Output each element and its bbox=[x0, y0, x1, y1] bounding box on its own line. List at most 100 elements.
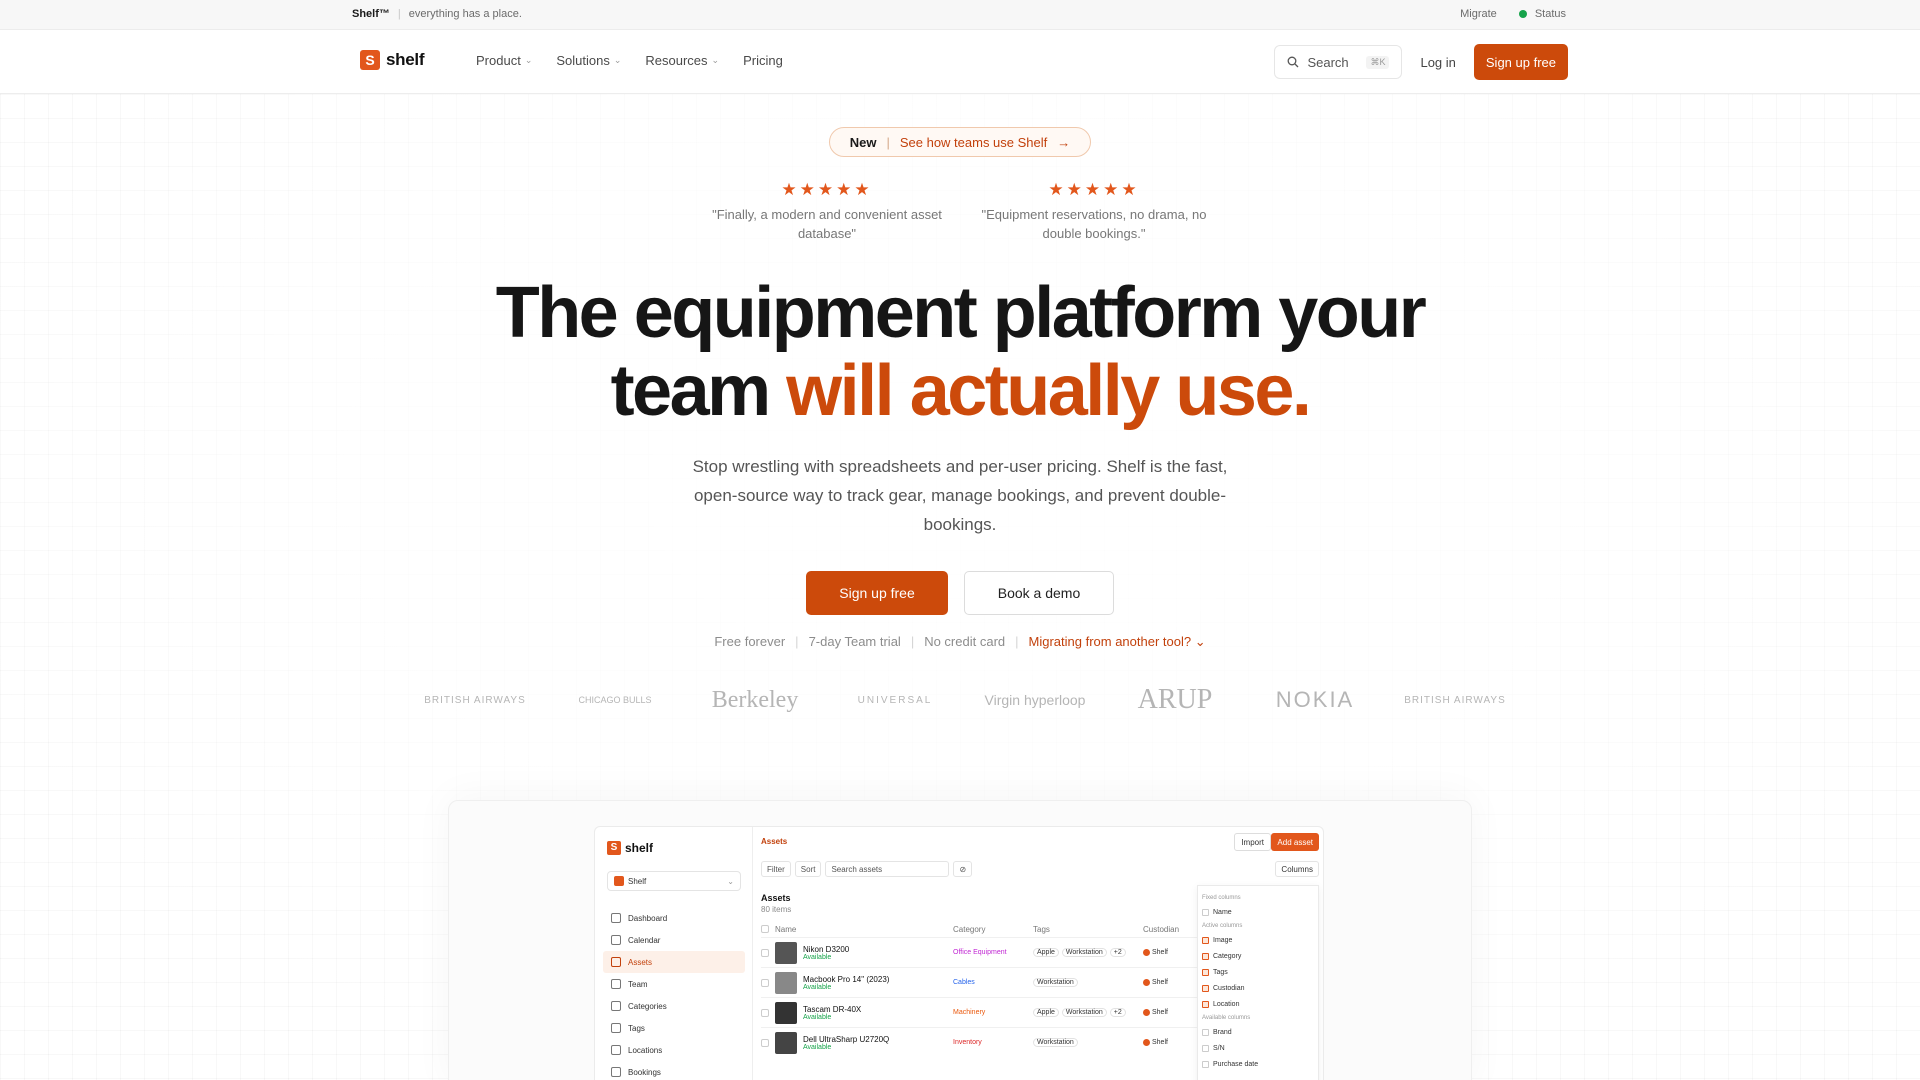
search-button[interactable]: Search ⌘K bbox=[1274, 45, 1403, 79]
table-row[interactable]: Macbook Pro 14" (2023) Available Cables W… bbox=[761, 967, 1201, 997]
row-checkbox[interactable] bbox=[761, 1038, 769, 1047]
sidebar-item-categories[interactable]: Categories bbox=[603, 995, 745, 1017]
column-option-label: Location bbox=[1213, 1000, 1240, 1008]
tag-badge: Apple bbox=[1033, 948, 1059, 957]
asset-search-input[interactable]: Search assets bbox=[825, 861, 950, 877]
review-quote: "Finally, a modern and convenient asset … bbox=[712, 207, 942, 241]
topbar-brand[interactable]: Shelf™ bbox=[352, 8, 390, 20]
tag-badge: +2 bbox=[1109, 1008, 1126, 1017]
row-checkbox[interactable] bbox=[761, 978, 769, 987]
asset-name: Tascam DR-40X bbox=[803, 1004, 862, 1014]
row-checkbox[interactable] bbox=[761, 948, 769, 957]
asset-thumbnail bbox=[775, 971, 797, 994]
asset-name-cell: Nikon D3200 Available bbox=[803, 945, 953, 961]
tag-icon bbox=[611, 1023, 621, 1033]
column-option[interactable]: Custodian bbox=[1202, 980, 1314, 996]
sidebar-item-calendar[interactable]: Calendar bbox=[603, 929, 745, 951]
add-asset-button[interactable]: Add asset bbox=[1271, 833, 1319, 851]
star-rating-icon: ★★★★★ bbox=[1048, 180, 1140, 199]
tags-cell: Workstation bbox=[1033, 1038, 1143, 1047]
checkbox bbox=[1202, 952, 1209, 960]
asset-toolbar: Filter Sort Search assets ⊘ bbox=[761, 861, 973, 877]
sidebar-item-team[interactable]: Team bbox=[603, 973, 745, 995]
status-dot-icon bbox=[1518, 10, 1527, 18]
sidebar-item-tags[interactable]: Tags bbox=[603, 1017, 745, 1039]
tags-cell: Apple Workstation +2 bbox=[1033, 948, 1143, 957]
tag-badge: Apple bbox=[1033, 1008, 1059, 1017]
custodian-name: Shelf bbox=[1152, 949, 1168, 956]
hide-icon[interactable]: ⊘ bbox=[953, 861, 973, 877]
user-icon bbox=[611, 979, 621, 989]
tags-cell: Workstation bbox=[1033, 978, 1143, 987]
migrating-dropdown[interactable]: Migrating from another tool? ⌄ bbox=[1029, 634, 1206, 650]
announcement-pill[interactable]: New | See how teams use Shelf → bbox=[829, 127, 1091, 157]
category-icon bbox=[611, 1001, 621, 1011]
nav-item-label: Resources bbox=[645, 53, 708, 68]
status-link[interactable]: Status bbox=[1518, 8, 1566, 20]
announcement-link: See how teams use Shelf bbox=[899, 134, 1048, 150]
column-option[interactable]: Name bbox=[1202, 904, 1314, 920]
nav-item-solutions[interactable]: Solutions ⌄ bbox=[556, 53, 621, 68]
custodian-cell: Shelf bbox=[1143, 949, 1193, 956]
custodian-cell: Shelf bbox=[1143, 979, 1193, 986]
checkbox bbox=[1202, 1044, 1209, 1052]
avatar bbox=[1143, 1039, 1150, 1046]
breadcrumb[interactable]: Assets bbox=[761, 837, 787, 846]
logo-british-airways: BRITISH AIRWAYS bbox=[1404, 694, 1506, 706]
chevron-down-icon: ⌄ bbox=[711, 55, 720, 65]
column-option[interactable]: Brand bbox=[1202, 1024, 1314, 1040]
column-option[interactable]: Tags bbox=[1202, 964, 1314, 980]
migrate-link[interactable]: Migrate bbox=[1460, 8, 1497, 20]
sidebar-item-bookings[interactable]: Bookings bbox=[603, 1061, 745, 1080]
column-option[interactable]: S/N bbox=[1202, 1040, 1314, 1056]
nav-item-pricing[interactable]: Pricing bbox=[743, 53, 783, 68]
filter-button[interactable]: Filter bbox=[761, 861, 791, 877]
column-header[interactable]: Tags bbox=[1033, 925, 1143, 935]
fine-divider: | bbox=[795, 634, 799, 649]
nav-item-resources[interactable]: Resources ⌄ bbox=[645, 53, 719, 68]
column-option[interactable]: Image bbox=[1202, 932, 1314, 948]
avatar bbox=[1143, 979, 1150, 986]
shelf-logo[interactable]: S shelf bbox=[360, 50, 424, 70]
sidebar-item-dashboard[interactable]: Dashboard bbox=[603, 907, 745, 929]
column-header[interactable]: Custodian bbox=[1143, 925, 1193, 935]
columns-section-heading: Available columns bbox=[1202, 1015, 1251, 1021]
select-all-checkbox[interactable] bbox=[761, 925, 775, 935]
chevron-down-icon: ⌄ bbox=[613, 55, 622, 65]
table-row[interactable]: Nikon D3200 Available Office Equipment Ap… bbox=[761, 937, 1201, 967]
column-option[interactable]: Category bbox=[1202, 948, 1314, 964]
book-demo-button[interactable]: Book a demo bbox=[964, 571, 1114, 615]
nav-signup-button[interactable]: Sign up free bbox=[1473, 44, 1568, 80]
app-preview: S shelf Shelf ⌄ Dashboard Calendar Asset… bbox=[594, 826, 1324, 1080]
column-option-label: Custodian bbox=[1213, 984, 1245, 992]
sidebar-item-label: Bookings bbox=[628, 1067, 661, 1077]
table-row[interactable]: Dell UltraSharp U2720Q Available Inventor… bbox=[761, 1027, 1201, 1057]
login-link[interactable]: Log in bbox=[1414, 55, 1461, 70]
sidebar-item-label: Categories bbox=[628, 1001, 667, 1011]
column-header[interactable]: Name bbox=[775, 925, 953, 935]
tag-badge: Workstation bbox=[1061, 948, 1107, 957]
column-option-label: S/N bbox=[1213, 1044, 1225, 1052]
nav-item-product[interactable]: Product ⌄ bbox=[476, 53, 532, 68]
signup-button[interactable]: Sign up free bbox=[806, 571, 948, 615]
import-button[interactable]: Import bbox=[1234, 833, 1271, 851]
checkbox bbox=[1202, 936, 1209, 944]
sort-button[interactable]: Sort bbox=[794, 861, 822, 877]
status-badge: Available bbox=[803, 1043, 832, 1051]
box-icon bbox=[611, 957, 621, 967]
column-header[interactable]: Category bbox=[953, 925, 1033, 935]
columns-button[interactable]: Columns bbox=[1275, 861, 1319, 877]
sidebar-item-locations[interactable]: Locations bbox=[603, 1039, 745, 1061]
custodian-cell: Shelf bbox=[1143, 1039, 1193, 1046]
row-checkbox[interactable] bbox=[761, 1008, 769, 1017]
logo-text: shelf bbox=[386, 50, 425, 69]
sidebar-item-assets[interactable]: Assets bbox=[603, 951, 745, 973]
column-option[interactable]: Purchase date bbox=[1202, 1056, 1314, 1072]
columns-section-heading: Fixed columns bbox=[1202, 895, 1241, 901]
headline-line-1: The equipment platform your bbox=[495, 273, 1427, 353]
avatar bbox=[1143, 949, 1150, 956]
column-option[interactable]: Location bbox=[1202, 996, 1314, 1012]
workspace-selector[interactable]: Shelf ⌄ bbox=[607, 871, 741, 891]
status-label: Status bbox=[1534, 8, 1566, 20]
table-row[interactable]: Tascam DR-40X Available Machinery Apple Wo… bbox=[761, 997, 1201, 1027]
